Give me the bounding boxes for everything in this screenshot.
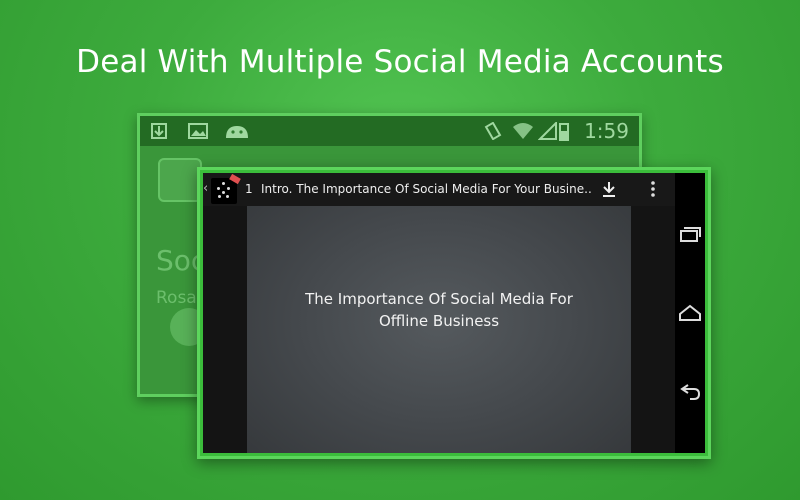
player-screen: The Importance Of Social Media For Offli… xyxy=(203,173,705,453)
overflow-menu-icon[interactable] xyxy=(643,179,663,199)
video-frame-chalkboard[interactable]: The Importance Of Social Media For Offli… xyxy=(247,206,631,453)
android-icon xyxy=(224,122,250,140)
status-bar: 1:59 xyxy=(140,116,639,146)
recent-apps-icon[interactable] xyxy=(675,223,705,253)
foreground-device-frame: The Importance Of Social Media For Offli… xyxy=(197,167,711,459)
background-subtitle: Rosa xyxy=(156,288,197,308)
video-area[interactable]: The Importance Of Social Media For Offli… xyxy=(203,173,675,453)
back-icon[interactable] xyxy=(675,379,705,409)
system-nav-bar xyxy=(675,173,705,453)
app-logo-icon xyxy=(158,158,202,202)
slide-text-line1: The Importance Of Social Media For xyxy=(305,290,573,308)
status-clock: 1:59 xyxy=(584,119,629,143)
download-icon[interactable] xyxy=(599,179,619,199)
download-icon xyxy=(150,122,168,140)
episode-number: 1 xyxy=(245,182,253,196)
headline: Deal With Multiple Social Media Accounts xyxy=(76,44,724,80)
rotate-icon xyxy=(484,121,502,141)
channel-thumbnail[interactable] xyxy=(211,173,241,204)
battery-icon xyxy=(559,123,569,141)
slide-text-line2: Offline Business xyxy=(378,312,500,330)
signal-icon xyxy=(537,120,558,140)
wifi-icon xyxy=(512,122,534,140)
home-icon[interactable] xyxy=(675,301,705,331)
episode-title: Intro. The Importance Of Social Media Fo… xyxy=(261,182,591,196)
player-top-bar: ‹ 1 Intro. The Importance Of Social Medi… xyxy=(203,173,675,206)
slide-text: The Importance Of Social Media For Offli… xyxy=(247,288,631,332)
back-icon[interactable]: ‹ xyxy=(203,181,208,196)
image-icon xyxy=(188,122,208,140)
